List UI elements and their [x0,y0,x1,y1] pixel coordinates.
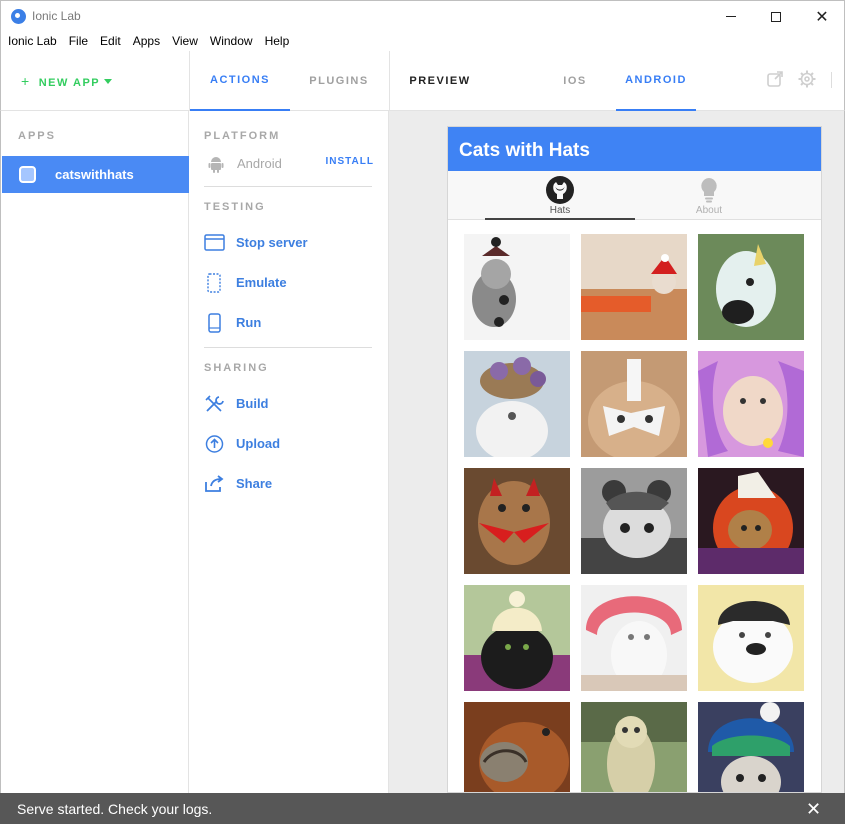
device-preview: Cats with Hats Hats About [447,126,822,793]
section-divider [204,347,372,348]
platform-section-label: PLATFORM [204,130,281,142]
cat-photo[interactable] [698,702,804,792]
plus-icon: + [21,73,31,89]
active-tab-indicator [485,218,635,220]
sharing-section-label: SHARING [204,362,269,374]
close-icon: ✕ [815,8,829,26]
build-button[interactable]: Build [204,393,374,415]
maximize-icon [771,11,781,22]
upload-label: Upload [236,436,281,451]
emulator-device-icon [207,273,221,293]
platform-name: Android [237,156,282,171]
share-icon [205,475,224,492]
cat-photo[interactable] [698,585,804,691]
run-label: Run [236,315,262,330]
minimize-icon [726,16,736,17]
apps-sidebar: APPS catswithhats [0,111,189,793]
emulate-label: Emulate [236,275,287,290]
menu-view[interactable]: View [172,34,198,48]
menu-edit[interactable]: Edit [100,34,121,48]
settings-gear-icon[interactable] [798,70,816,88]
header-divider [831,72,832,88]
stop-server-label: Stop server [236,235,308,250]
app-navbar: Cats with Hats [448,127,821,171]
app-header: + NEW APP ACTIONS PLUGINS PREVIEW IOS AND… [0,51,845,111]
tab-android[interactable]: ANDROID [616,51,696,111]
stop-server-button[interactable]: Stop server [204,232,374,254]
caret-down-icon [104,79,113,84]
maximize-button[interactable] [753,1,799,32]
section-divider [204,186,372,187]
cat-photo[interactable] [581,585,687,691]
app-tab-hats[interactable]: Hats [485,171,635,220]
menu-help[interactable]: Help [265,34,290,48]
menu-window[interactable]: Window [210,34,253,48]
platform-android-row: Android INSTALL [204,154,374,174]
share-button[interactable]: Share [204,473,374,495]
install-button[interactable]: INSTALL [326,156,374,167]
cat-photo[interactable] [581,351,687,457]
new-app-label: NEW APP [38,77,101,89]
testing-section-label: TESTING [204,201,266,213]
upload-icon [205,435,224,453]
cat-photo[interactable] [581,702,687,792]
cat-photo[interactable] [464,702,570,792]
android-icon [208,157,224,173]
menu-bar: Ionic Lab File Edit Apps View Window Hel… [0,31,845,51]
tab-actions[interactable]: ACTIONS [190,51,290,111]
toast-message: Serve started. Check your logs. [17,801,213,817]
browser-window-icon [204,234,225,251]
toast-close-icon[interactable]: ✕ [806,799,821,820]
app-title: Cats with Hats [459,140,590,161]
cat-photo[interactable] [464,351,570,457]
cat-photo[interactable] [464,585,570,691]
tools-icon [205,395,224,412]
app-icon [19,166,36,183]
lightbulb-icon [701,178,717,203]
new-app-button[interactable]: + NEW APP [21,73,113,89]
cat-photo[interactable] [581,468,687,574]
menu-apps[interactable]: Apps [133,34,160,48]
window-title: Ionic Lab [32,9,81,23]
emulate-button[interactable]: Emulate [204,272,374,294]
preview-panel: Cats with Hats Hats About [389,111,845,793]
cat-photo[interactable] [698,234,804,340]
app-item-label: catswithhats [55,167,134,182]
open-external-icon[interactable] [766,70,784,88]
menu-file[interactable]: File [69,34,88,48]
phone-icon [208,313,221,333]
app-tab-hats-label: Hats [549,205,571,216]
toast-notification: Serve started. Check your logs. ✕ [0,793,845,824]
app-item-catswithhats[interactable]: catswithhats [2,156,189,193]
run-button[interactable]: Run [204,312,374,334]
title-bar: Ionic Lab ✕ [0,0,845,31]
share-label: Share [236,476,273,491]
actions-panel: PLATFORM Android INSTALL TESTING Stop se… [189,111,389,793]
ionic-logo-icon [11,9,26,24]
cat-photo[interactable] [464,234,570,340]
build-label: Build [236,396,269,411]
cat-photo[interactable] [698,351,804,457]
github-icon [546,176,574,204]
minimize-button[interactable] [708,1,754,32]
app-tab-bar: Hats About [448,171,821,220]
tab-ios[interactable]: IOS [541,51,609,111]
apps-section-label: APPS [18,130,56,142]
app-tab-about-label: About [695,205,723,216]
close-window-button[interactable]: ✕ [799,1,845,32]
menu-ionic-lab[interactable]: Ionic Lab [8,34,57,48]
cat-photo[interactable] [698,468,804,574]
upload-button[interactable]: Upload [204,433,374,455]
tab-plugins[interactable]: PLUGINS [290,51,388,111]
app-tab-about[interactable]: About [634,171,784,220]
cat-photo[interactable] [464,468,570,574]
tab-preview: PREVIEW [409,75,471,87]
cat-photo[interactable] [581,234,687,340]
